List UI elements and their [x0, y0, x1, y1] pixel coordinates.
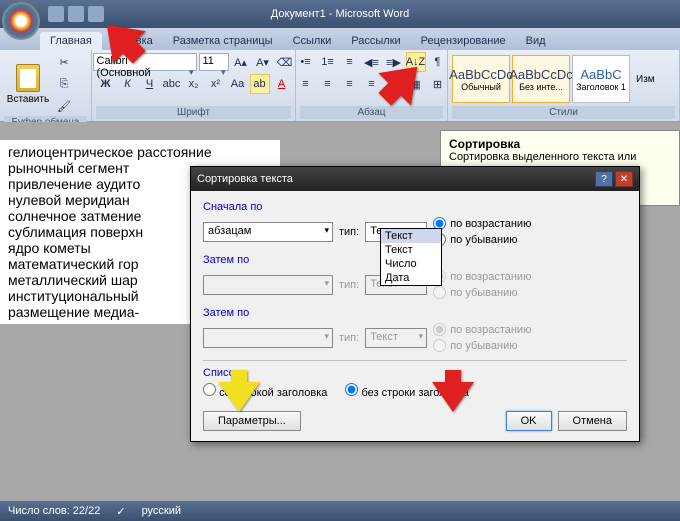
text-line: гелиоцентрическое расстояние: [8, 144, 212, 160]
paste-label: Вставить: [7, 94, 49, 105]
help-icon[interactable]: ?: [595, 171, 613, 187]
text-line: размещение медиа-: [8, 304, 139, 320]
radio-desc-3: по убыванию: [433, 339, 531, 352]
text-line: привлечение аудито: [8, 176, 140, 192]
radio-desc-2: по убыванию: [433, 286, 531, 299]
quick-access-toolbar: [48, 6, 104, 22]
group-label-font: Шрифт: [96, 106, 291, 119]
text-line: солнечное затмение: [8, 208, 141, 224]
radio-asc-3: по возрастанию: [433, 323, 531, 336]
show-marks-icon[interactable]: ¶: [428, 52, 448, 72]
radio-asc-1[interactable]: по возрастанию: [433, 217, 531, 230]
type-option-date[interactable]: Дата: [381, 271, 441, 285]
font-size-combo[interactable]: 11: [199, 53, 229, 71]
label-list: Список: [203, 367, 627, 379]
tab-references[interactable]: Ссылки: [283, 32, 342, 50]
annotation-arrow-icon: [100, 18, 146, 69]
multilevel-icon[interactable]: ≡: [340, 52, 360, 72]
tooltip-title: Сортировка: [449, 137, 520, 151]
change-case-button[interactable]: Aa: [228, 74, 248, 94]
annotation-arrow-icon: [378, 60, 424, 111]
format-painter-icon[interactable]: 🖌: [54, 96, 74, 116]
numbering-icon[interactable]: 1≡: [318, 52, 338, 72]
tab-mailings[interactable]: Рассылки: [341, 32, 410, 50]
label-type: тип:: [339, 226, 359, 238]
paste-button[interactable]: Вставить: [4, 58, 52, 110]
type-option-number[interactable]: Число: [381, 257, 441, 271]
dialog-title: Сортировка текста: [197, 173, 293, 185]
save-icon[interactable]: [48, 6, 64, 22]
align-center-icon[interactable]: ≡: [318, 74, 338, 94]
close-icon[interactable]: ✕: [615, 171, 633, 187]
text-line: математический гор: [8, 256, 139, 272]
shrink-font-icon[interactable]: A▾: [253, 52, 273, 72]
group-clipboard: Вставить ✂ ⎘ 🖌 Буфер обмена: [0, 50, 92, 121]
group-styles: AaBbCcDc Обычный AaBbCcDc Без инте... Aa…: [448, 50, 680, 121]
cut-icon[interactable]: ✂: [54, 52, 74, 72]
label-then-by-2: Затем по: [203, 307, 627, 319]
text-line: ядро кометы: [8, 240, 91, 256]
sort-field-1[interactable]: абзацам: [203, 222, 333, 242]
highlight-button[interactable]: ab: [250, 74, 270, 94]
sort-field-2[interactable]: [203, 275, 333, 295]
tab-review[interactable]: Рецензирование: [411, 32, 516, 50]
label-type-3: тип:: [339, 332, 359, 344]
style-heading1[interactable]: AaBbC Заголовок 1: [572, 55, 630, 103]
window-title: Документ1 - Microsoft Word: [271, 8, 409, 20]
office-button[interactable]: [2, 2, 40, 40]
font-color-button[interactable]: A: [272, 74, 292, 94]
clipboard-icon: [16, 64, 40, 92]
text-line: сублимация поверхн: [8, 224, 143, 240]
sort-type-3: Текст: [365, 328, 427, 348]
status-language[interactable]: русский: [142, 505, 181, 517]
clear-format-icon[interactable]: ⌫: [275, 52, 295, 72]
type-option-text2[interactable]: Текст: [381, 243, 441, 257]
align-left-icon[interactable]: ≡: [296, 74, 316, 94]
status-proofing-icon[interactable]: ✓: [116, 505, 125, 518]
subscript-button[interactable]: x₂: [184, 74, 204, 94]
text-line: институциональный: [8, 288, 139, 304]
label-type-2: тип:: [339, 279, 359, 291]
dialog-titlebar[interactable]: Сортировка текста ? ✕: [191, 167, 639, 191]
copy-icon[interactable]: ⎘: [54, 74, 74, 94]
cancel-button[interactable]: Отмена: [558, 411, 627, 431]
style-nospacing[interactable]: AaBbCcDc Без инте...: [512, 55, 570, 103]
change-styles[interactable]: Изм: [632, 74, 655, 85]
strike-button[interactable]: abc: [162, 74, 182, 94]
radio-desc-1[interactable]: по убыванию: [433, 233, 531, 246]
type-dropdown-list[interactable]: Текст Текст Число Дата: [380, 228, 442, 286]
group-label-styles: Стили: [452, 106, 675, 119]
align-right-icon[interactable]: ≡: [340, 74, 360, 94]
ok-button[interactable]: OK: [506, 411, 552, 431]
group-paragraph: •≡ 1≡ ≡ ◀≡ ≡▶ A↓Z ¶ ≡ ≡ ≡ ≡ ↕≡ ▦ ⊞ Абзац: [296, 50, 448, 121]
text-line: металлический шар: [8, 272, 138, 288]
tab-layout[interactable]: Разметка страницы: [163, 32, 283, 50]
tab-view[interactable]: Вид: [516, 32, 556, 50]
text-line: нулевой меридиан: [8, 192, 130, 208]
undo-icon[interactable]: [68, 6, 84, 22]
text-line: рыночный сегмент: [8, 160, 129, 176]
grow-font-icon[interactable]: A▴: [231, 52, 251, 72]
statusbar: Число слов: 22/22 ✓ русский: [0, 501, 680, 521]
status-wordcount[interactable]: Число слов: 22/22: [8, 505, 100, 517]
style-normal[interactable]: AaBbCcDc Обычный: [452, 55, 510, 103]
radio-asc-2: по возрастанию: [433, 270, 531, 283]
sort-field-3[interactable]: [203, 328, 333, 348]
annotation-arrow-icon: [218, 370, 260, 417]
bullets-icon[interactable]: •≡: [296, 52, 316, 72]
annotation-arrow-icon: [432, 370, 474, 417]
label-first-by: Сначала по: [203, 201, 627, 213]
type-option-text[interactable]: Текст: [381, 229, 441, 243]
borders-icon[interactable]: ⊞: [428, 74, 448, 94]
tab-home[interactable]: Главная: [40, 32, 102, 50]
